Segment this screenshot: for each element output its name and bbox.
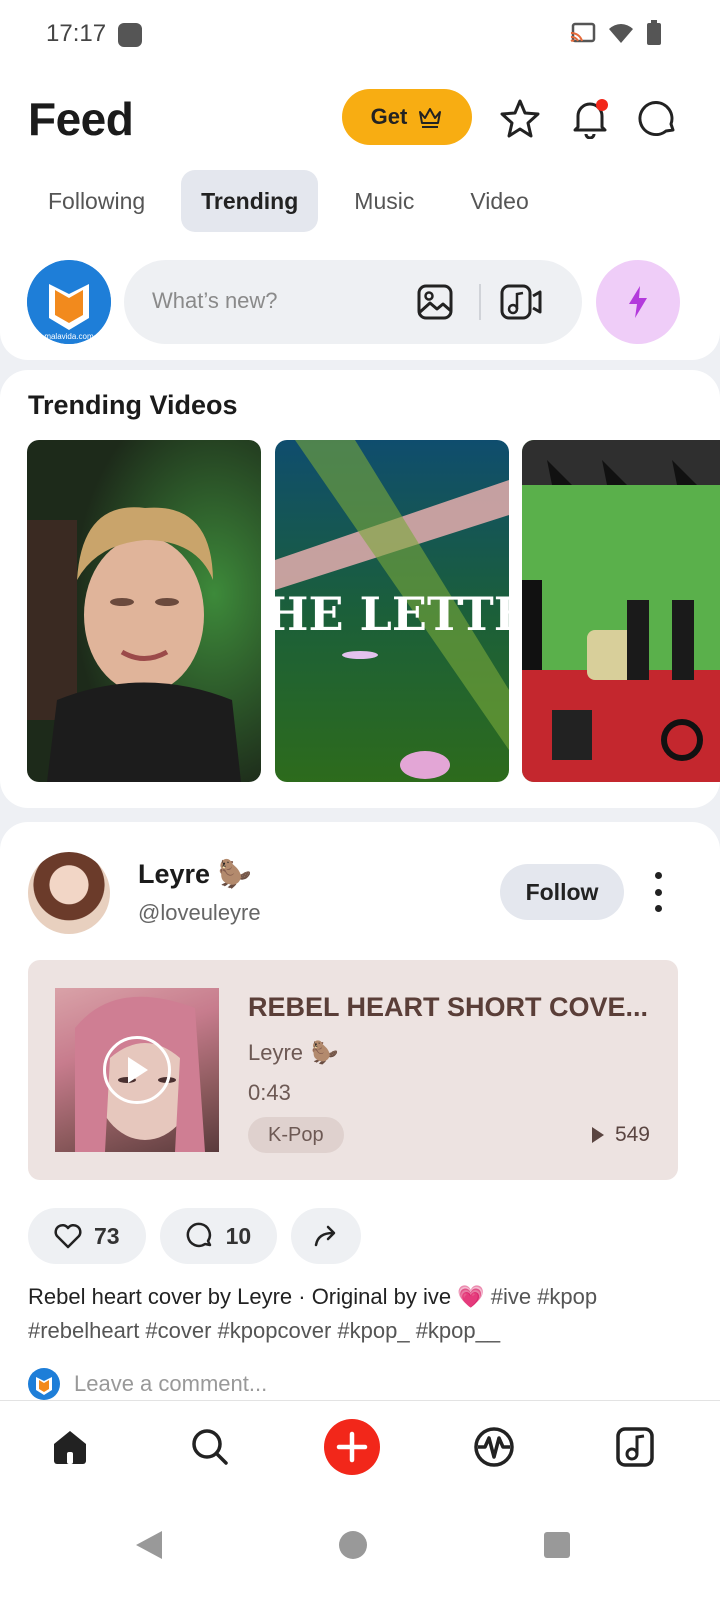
author-handle[interactable]: @loveuleyre [138, 900, 261, 926]
trending-video-2[interactable]: HE LETTE [275, 440, 509, 782]
play-count-value: 549 [614, 1123, 650, 1146]
nav-activity[interactable] [464, 1417, 524, 1477]
nav-library[interactable] [605, 1417, 665, 1477]
star-icon [500, 99, 540, 138]
caption-text: Rebel heart cover by Leyre · Original by… [28, 1284, 485, 1309]
system-navigation [0, 1490, 720, 1600]
recents-square-icon [544, 1532, 570, 1558]
share-button[interactable] [291, 1208, 362, 1264]
feed-post: Leyre 🦫 @loveuleyre Follow REBEL HEART S… [0, 822, 720, 1422]
post-caption: Rebel heart cover by Leyre · Original by… [28, 1280, 688, 1348]
user-avatar[interactable]: malavida.com [27, 260, 111, 344]
comment-count: 10 [225, 1222, 252, 1249]
comment-placeholder: Leave a comment... [74, 1371, 268, 1396]
play-icon [128, 1057, 148, 1083]
comment-button[interactable]: 10 [159, 1208, 278, 1264]
like-count: 73 [94, 1222, 120, 1249]
system-home-button[interactable] [336, 1528, 370, 1562]
malavida-logo-icon [36, 1377, 52, 1395]
trending-videos-section: Trending Videos HE LETTE [0, 370, 720, 808]
follow-button[interactable]: Follow [500, 864, 624, 920]
genre-tag[interactable]: K-Pop [248, 1117, 344, 1153]
malavida-logo-icon: malavida.com [27, 260, 111, 344]
feed-tabs: Following Trending Music Video [28, 170, 549, 232]
like-button[interactable]: 73 [28, 1208, 146, 1264]
image-upload-icon[interactable] [417, 284, 453, 320]
avatar-text: malavida.com [44, 332, 94, 341]
search-icon [192, 1429, 228, 1465]
status-time: 17:17 [46, 20, 107, 47]
video-2-overlay-text: HE LETTE [275, 587, 509, 641]
tab-music[interactable]: Music [334, 170, 434, 232]
status-icons [570, 20, 662, 46]
play-button[interactable] [103, 1036, 171, 1104]
track-duration: 0:43 [248, 1080, 291, 1105]
back-triangle-icon [136, 1531, 162, 1559]
video-thumbnail-1 [27, 440, 261, 782]
author-name-row[interactable]: Leyre 🦫 [138, 858, 252, 890]
play-count-icon [591, 1127, 604, 1143]
home-circle-icon [339, 1531, 367, 1559]
status-bar: 17:17 [0, 0, 720, 70]
system-recents-button[interactable] [540, 1528, 574, 1562]
comment-user-avatar [28, 1368, 60, 1400]
video-thumbnail-2: HE LETTE [275, 440, 509, 782]
track-artist: Leyre [248, 1040, 304, 1065]
battery-icon [647, 20, 661, 45]
author-name: Leyre [138, 858, 211, 889]
tab-trending[interactable]: Trending [181, 170, 319, 232]
home-icon [54, 1431, 86, 1464]
system-back-button[interactable] [132, 1528, 166, 1562]
notifications-button[interactable] [568, 96, 612, 140]
comment-icon [186, 1222, 211, 1248]
trending-video-3[interactable] [522, 440, 720, 782]
compose-placeholder: What’s new? [152, 288, 278, 313]
play-count: 549 [591, 1123, 650, 1147]
quick-post-button[interactable] [596, 260, 680, 344]
beaver-emoji-icon: 🦫 [218, 859, 252, 889]
author-avatar[interactable] [28, 852, 110, 934]
nav-home[interactable] [40, 1417, 100, 1477]
share-arrow-icon [314, 1225, 336, 1247]
music-video-upload-icon[interactable] [500, 284, 542, 320]
waveform-icon [474, 1427, 514, 1467]
notification-app-icon [118, 23, 142, 47]
tab-following[interactable]: Following [28, 170, 165, 232]
track-card[interactable]: REBEL HEART SHORT COVE... Leyre 🦫 0:43 K… [28, 960, 678, 1180]
feed-header: Feed Get Following Trending Music Video … [0, 70, 720, 360]
compose-bar[interactable]: What’s new? [124, 260, 582, 344]
lightning-bolt-icon [629, 286, 647, 318]
plus-icon [324, 1419, 380, 1475]
beaver-emoji-icon: 🦫 [311, 1040, 339, 1065]
more-options-button[interactable] [646, 872, 670, 912]
get-premium-button[interactable]: Get [342, 89, 472, 145]
crown-icon [419, 108, 442, 128]
post-actions: 73 10 [28, 1208, 362, 1264]
compose-divider [479, 284, 481, 320]
chat-bubble-icon [638, 101, 675, 137]
nav-create[interactable] [322, 1417, 382, 1477]
page-title: Feed [28, 93, 134, 145]
track-title: REBEL HEART SHORT COVE... [248, 992, 649, 1022]
track-artwork[interactable] [55, 988, 219, 1152]
heart-icon [54, 1223, 82, 1249]
favorites-button[interactable] [498, 96, 542, 140]
video-thumbnail-3 [522, 440, 720, 782]
bell-icon [573, 99, 608, 139]
messages-button[interactable] [636, 96, 680, 140]
track-artist-row: Leyre 🦫 [248, 1040, 338, 1066]
music-note-icon [616, 1427, 654, 1467]
nav-search[interactable] [180, 1417, 240, 1477]
trending-video-1[interactable] [27, 440, 261, 782]
get-label: Get [370, 104, 408, 129]
wifi-icon [609, 24, 633, 43]
tab-video[interactable]: Video [450, 170, 548, 232]
bottom-navigation [0, 1400, 720, 1490]
cast-icon [570, 22, 596, 43]
comment-input-row[interactable]: Leave a comment... [28, 1368, 267, 1400]
section-title: Trending Videos [28, 390, 238, 420]
